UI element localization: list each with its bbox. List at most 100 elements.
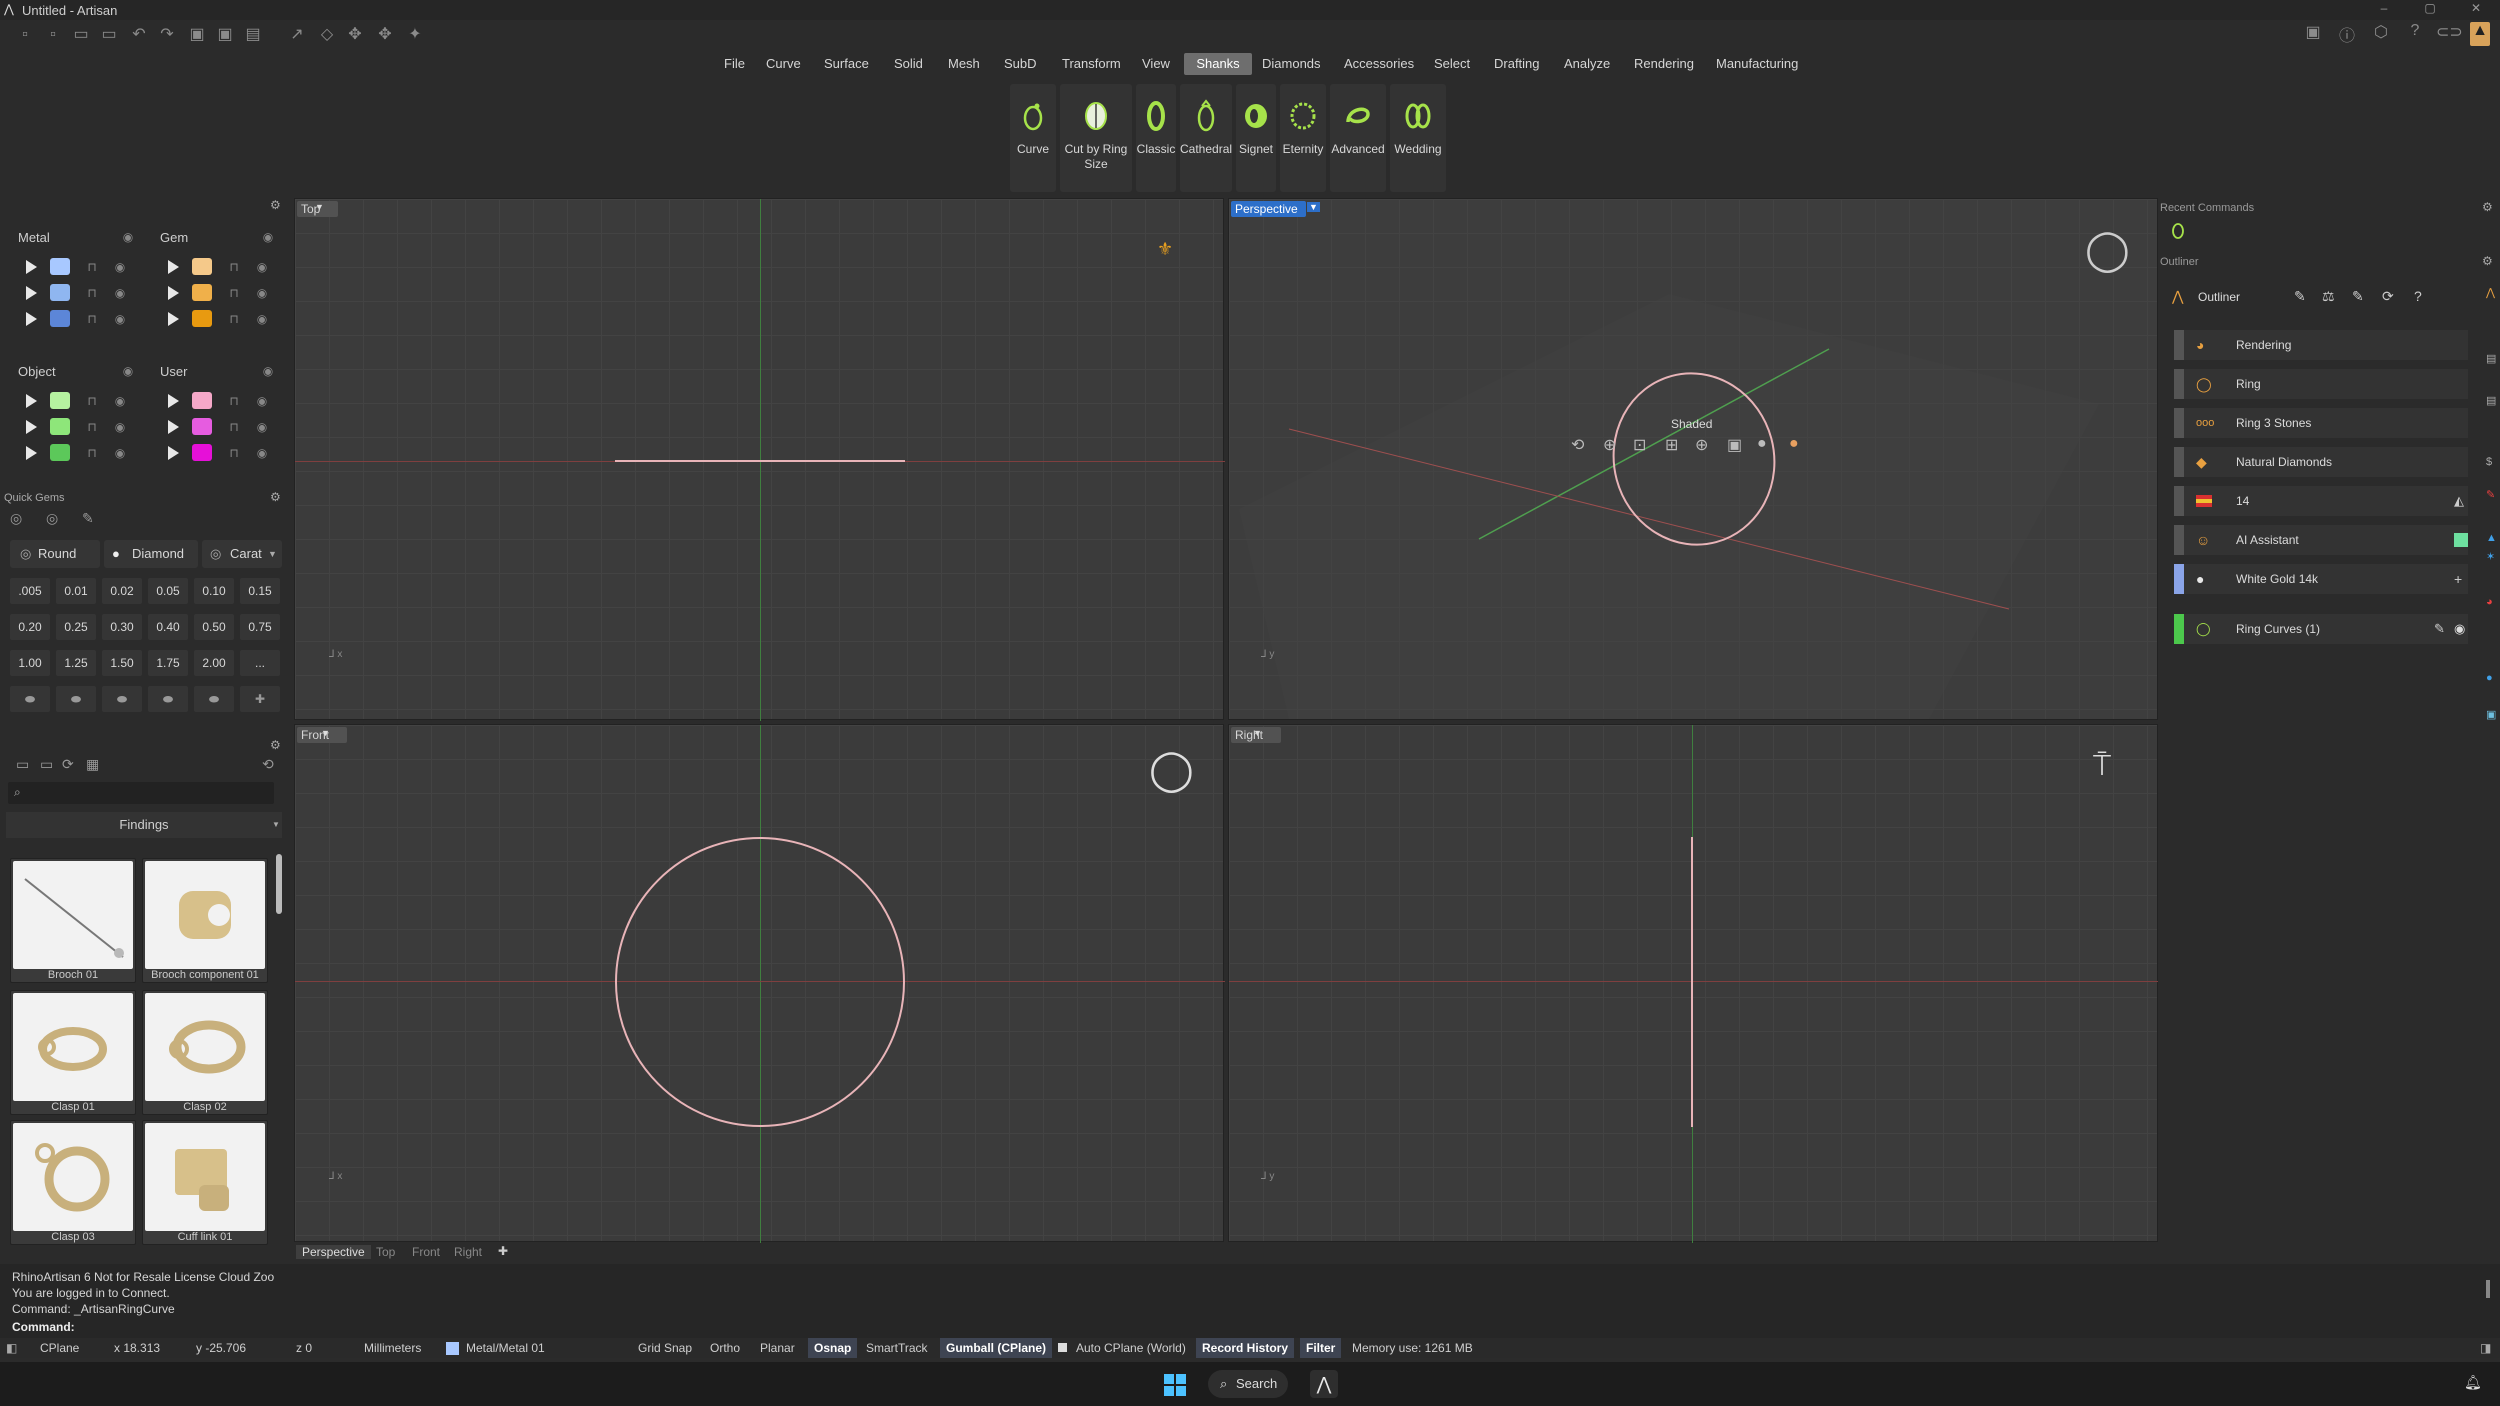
lock-icon[interactable]: ⊓ xyxy=(84,394,100,408)
library-category-selector[interactable]: Findings ▼ xyxy=(6,812,282,838)
zoom-window-icon[interactable]: ⊞ xyxy=(1665,435,1678,455)
gem-size-button[interactable]: 0.05 xyxy=(148,578,188,604)
minimize-button[interactable]: – xyxy=(2374,1,2394,19)
lock-icon[interactable]: ⊓ xyxy=(84,420,100,434)
apply-user-icon[interactable] xyxy=(168,394,179,408)
library-folder-icon[interactable]: ▭ xyxy=(16,756,29,773)
gem-size-button[interactable]: 1.25 xyxy=(56,650,96,676)
user-row[interactable]: ⊓ ◉ xyxy=(164,444,282,466)
menu-file[interactable]: File xyxy=(716,53,753,75)
menu-shanks[interactable]: Shanks xyxy=(1184,53,1252,75)
panel-gear-icon[interactable]: ⚙ xyxy=(270,198,281,212)
gem-tool-icon[interactable]: ✎ xyxy=(82,510,94,527)
menu-diamonds[interactable]: Diamonds xyxy=(1254,53,1329,75)
object-row[interactable]: ⊓ ◉ xyxy=(22,392,142,414)
menu-transform[interactable]: Transform xyxy=(1054,53,1129,75)
metal-swatch[interactable] xyxy=(50,310,70,327)
save-icon[interactable]: ▣ xyxy=(186,24,208,46)
menu-manufacturing[interactable]: Manufacturing xyxy=(1708,53,1806,75)
user-swatch[interactable] xyxy=(192,418,212,435)
dollar-icon[interactable]: $ xyxy=(2486,456,2492,468)
metal-visibility-icon[interactable]: ◉ xyxy=(120,230,136,244)
library-history-icon[interactable]: ⟲ xyxy=(262,756,274,773)
object-swatch[interactable] xyxy=(50,392,70,409)
apply-gem-icon[interactable] xyxy=(168,286,179,300)
visibility-icon[interactable]: ◉ xyxy=(2454,614,2465,644)
object-row[interactable]: ⊓ ◉ xyxy=(22,444,142,466)
status-units[interactable]: Millimeters xyxy=(364,1338,421,1358)
menu-accessories[interactable]: Accessories xyxy=(1336,53,1422,75)
layer-ring-curves[interactable]: ◯ Ring Curves (1) ✎ ◉ xyxy=(2174,614,2468,644)
gem-row[interactable]: ⊓ ◉ xyxy=(164,258,282,280)
ribbon-wedding-button[interactable]: Wedding xyxy=(1390,84,1446,192)
eye-icon[interactable]: ◉ xyxy=(254,260,270,274)
gem-size-button[interactable]: 1.00 xyxy=(10,650,50,676)
library-folder-open-icon[interactable]: ▭ xyxy=(40,756,53,773)
apply-user-icon[interactable] xyxy=(168,446,179,460)
gem-swatch[interactable] xyxy=(192,258,212,275)
user-swatch[interactable] xyxy=(192,392,212,409)
gem-row[interactable]: ⊓ ◉ xyxy=(164,284,282,306)
object-swatch[interactable] xyxy=(50,418,70,435)
ribbon-classic-button[interactable]: Classic xyxy=(1136,84,1176,192)
eye-icon[interactable]: ◉ xyxy=(112,446,128,460)
recent-ring-curve-icon[interactable] xyxy=(2168,220,2188,240)
status-record-history[interactable]: Record History xyxy=(1196,1338,1295,1358)
layer-color-swatch[interactable] xyxy=(446,1342,459,1355)
user-visibility-icon[interactable]: ◉ xyxy=(260,364,276,378)
save-as-icon[interactable]: ▣ xyxy=(214,24,236,46)
object-row[interactable]: ⊓ ◉ xyxy=(22,418,142,440)
menu-subd[interactable]: SubD xyxy=(996,53,1045,75)
apply-object-icon[interactable] xyxy=(26,446,37,460)
help-panel-icon[interactable]: ● xyxy=(2486,672,2493,684)
command-prompt[interactable]: Command: xyxy=(12,1320,75,1334)
status-cplane[interactable]: CPlane xyxy=(40,1338,79,1358)
gem-tool-icon[interactable]: ◎ xyxy=(46,510,58,527)
gem-size-button[interactable]: 0.25 xyxy=(56,614,96,640)
lock-icon[interactable]: ⊓ xyxy=(226,286,242,300)
rendered-mode-icon[interactable]: ● xyxy=(1757,435,1767,453)
balance-icon[interactable]: ⚖ xyxy=(2322,288,2335,305)
viewport-menu-chevron-icon[interactable]: ▼ xyxy=(1253,728,1262,738)
menu-solid[interactable]: Solid xyxy=(886,53,931,75)
viewport-top[interactable]: Top ▼ ⚜ ⅃ x xyxy=(294,198,1225,721)
select-tool-icon[interactable]: ◇ xyxy=(316,24,338,46)
status-gumball[interactable]: Gumball (CPlane) xyxy=(940,1338,1053,1358)
add-viewport-icon[interactable]: ✚ xyxy=(498,1244,508,1258)
gem-swatch[interactable] xyxy=(192,310,212,327)
new-file-icon[interactable]: ▫ xyxy=(14,24,36,46)
properties-icon[interactable]: ▤ xyxy=(2486,394,2496,407)
metal-row[interactable]: ⊓ ◉ xyxy=(22,284,142,306)
connect-icon[interactable]: ⊂⊃ xyxy=(2436,22,2463,46)
gem-cut-cushion-icon[interactable]: ⬬ xyxy=(56,686,96,712)
menu-curve[interactable]: Curve xyxy=(758,53,809,75)
menu-analyze[interactable]: Analyze xyxy=(1556,53,1618,75)
open-icon[interactable]: ▭ xyxy=(70,24,92,46)
status-auto-cplane[interactable]: Auto CPlane (World) xyxy=(1076,1338,1186,1358)
apply-user-icon[interactable] xyxy=(168,420,179,434)
user-avatar-icon[interactable]: ▲ xyxy=(2470,22,2490,46)
viewport-front[interactable]: Front ▼ ◯ ⅃ x xyxy=(294,724,1225,1243)
status-planar[interactable]: Planar xyxy=(760,1338,795,1358)
gem-visibility-icon[interactable]: ◉ xyxy=(260,230,276,244)
gem-size-button[interactable]: 0.20 xyxy=(10,614,50,640)
color-icon[interactable]: ◕ xyxy=(2486,596,2493,608)
library-item-clasp-01[interactable]: Clasp 01 xyxy=(10,990,136,1115)
gem-size-button[interactable]: 0.75 xyxy=(240,614,280,640)
library-refresh-icon[interactable]: ⟳ xyxy=(62,756,74,773)
lock-icon[interactable]: ⊓ xyxy=(226,394,242,408)
snap-tool-icon[interactable]: ↗ xyxy=(286,24,308,46)
ribbon-signet-button[interactable]: Signet xyxy=(1236,84,1276,192)
outliner-item-rendering[interactable]: ◕ Rendering xyxy=(2174,330,2468,360)
taskbar-search[interactable]: ⌕ Search xyxy=(1208,1370,1288,1398)
library-gear-icon[interactable]: ⚙ xyxy=(270,738,281,752)
edit-icon[interactable]: ✎ xyxy=(2352,288,2364,305)
ring-curve-front[interactable] xyxy=(615,837,905,1127)
render-icon[interactable]: ▲ xyxy=(2486,532,2497,544)
open-folder-icon[interactable]: ▭ xyxy=(98,24,120,46)
hat-icon[interactable]: ◭ xyxy=(2454,486,2464,516)
status-filter[interactable]: Filter xyxy=(1300,1338,1342,1358)
gem-cut-emerald-icon[interactable]: ⬬ xyxy=(148,686,188,712)
gem-cut-princess-icon[interactable]: ⬬ xyxy=(102,686,142,712)
apply-gem-icon[interactable] xyxy=(168,312,179,326)
